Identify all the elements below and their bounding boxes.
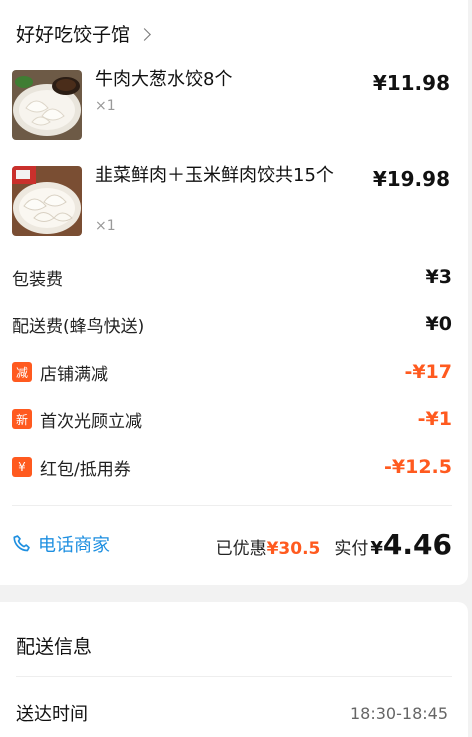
delivery-time-label: 送达时间 [16, 704, 88, 725]
item-price: ¥11.98 [372, 71, 450, 95]
call-merchant-button[interactable]: 电话商家 [12, 531, 110, 557]
order-summary-card: 好好吃饺子馆 牛肉大葱水饺8个 ×1 ¥11.98 韭菜鲜肉＋玉米鲜肉饺共15个… [0, 0, 468, 585]
saved-label: 已优惠 [215, 538, 267, 559]
paid-currency: ¥ [370, 537, 383, 559]
divider [16, 676, 452, 677]
divider [12, 505, 452, 506]
dumpling-photo-icon [12, 70, 82, 140]
fee-label: 包装费 [12, 269, 63, 290]
coupon-discount-row: ¥ 红包/抵用券 -¥12.5 [12, 454, 452, 480]
discount-value: -¥12.5 [384, 456, 452, 478]
item-name: 牛肉大葱水饺8个 [95, 69, 233, 90]
item-quantity: ×1 [95, 98, 116, 114]
item-quantity: ×1 [95, 218, 116, 234]
paid-amount: 4.46 [382, 527, 452, 561]
item-price: ¥19.98 [372, 167, 450, 191]
call-merchant-label[interactable]: 电话商家 [38, 531, 110, 557]
new-badge-icon: 新 [12, 409, 32, 429]
new-customer-discount-row: 新 首次光顾立减 -¥1 [12, 406, 452, 432]
delivery-time-row: 送达时间 18:30-18:45 [16, 700, 448, 726]
item-name: 韭菜鲜肉＋玉米鲜肉饺共15个 [95, 165, 334, 186]
discount-value: -¥17 [404, 361, 452, 383]
section-title: 配送信息 [16, 636, 93, 658]
fee-value: ¥3 [425, 266, 452, 288]
delivery-time-value: 18:30-18:45 [350, 703, 448, 723]
coupon-badge-icon: ¥ [12, 457, 32, 477]
dumpling-photo-icon [12, 166, 82, 236]
fee-label: 配送费(蜂鸟快送) [12, 316, 145, 337]
delivery-fee-row: 配送费(蜂鸟快送) ¥0 [12, 311, 452, 337]
delivery-info-card: 配送信息 送达时间 18:30-18:45 [0, 602, 468, 737]
discount-label: 首次光顾立减 [40, 411, 142, 432]
packaging-fee-row: 包装费 ¥3 [12, 264, 452, 290]
phone-icon[interactable] [12, 534, 32, 554]
totals: 已优惠 ¥30.5 实付 ¥ 4.46 [216, 528, 452, 561]
discount-label: 店铺满减 [40, 364, 108, 385]
totals-row: 电话商家 已优惠 ¥30.5 实付 ¥ 4.46 [12, 528, 452, 561]
chevron-right-icon[interactable] [138, 27, 151, 41]
fee-value: ¥0 [425, 313, 452, 335]
discount-value: -¥1 [417, 408, 452, 430]
discount-badge-icon: 减 [12, 362, 32, 382]
discount-label: 红包/抵用券 [40, 459, 131, 480]
saved-value: ¥30.5 [266, 538, 321, 559]
store-discount-row: 减 店铺满减 -¥17 [12, 359, 452, 385]
shop-name[interactable]: 好好吃饺子馆 [16, 20, 130, 47]
shop-header[interactable]: 好好吃饺子馆 [16, 20, 151, 47]
paid-label: 实付 [334, 538, 369, 559]
